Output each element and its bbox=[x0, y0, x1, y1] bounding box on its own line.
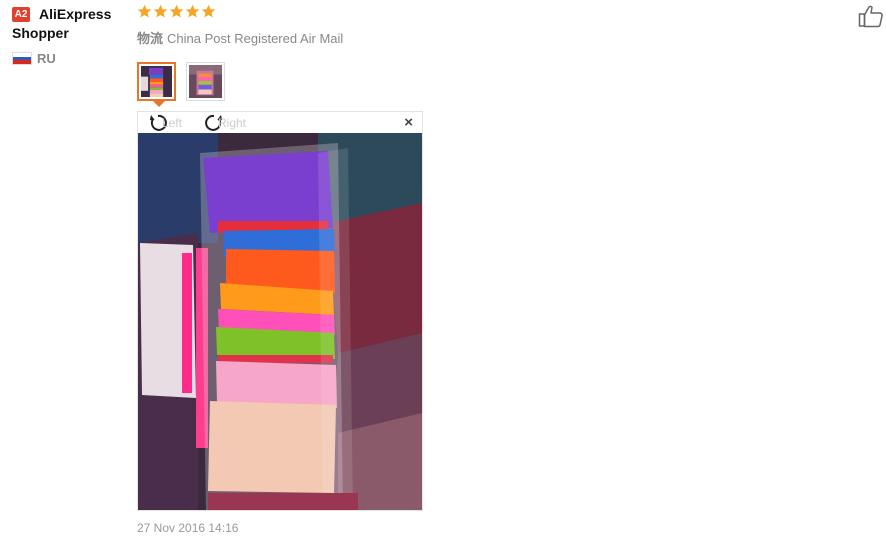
thumbnail-image bbox=[189, 65, 222, 98]
star-icon bbox=[137, 4, 152, 18]
rotate-left-label: Left bbox=[162, 116, 183, 130]
review-date: 27 Nov 2016 14:16 bbox=[137, 521, 239, 535]
active-thumbnail-indicator bbox=[152, 100, 166, 107]
logistics-value: China Post Registered Air Mail bbox=[167, 31, 344, 46]
star-rating bbox=[137, 4, 216, 19]
viewer-toolbar: Left Right × bbox=[138, 112, 422, 133]
review-photo bbox=[138, 133, 422, 510]
logistics-info: 物流 China Post Registered Air Mail bbox=[137, 28, 343, 47]
thumbnail-image bbox=[141, 66, 172, 97]
star-icon bbox=[169, 4, 184, 18]
like-button[interactable] bbox=[858, 4, 884, 28]
photo-viewer: Left Right × bbox=[137, 111, 423, 511]
review-photo-thumbnail[interactable] bbox=[186, 62, 225, 101]
thumbs-up-icon bbox=[858, 5, 883, 28]
rotate-right-label: Right bbox=[218, 116, 247, 130]
rotate-left-button[interactable]: Left bbox=[148, 113, 182, 133]
close-icon[interactable]: × bbox=[404, 114, 413, 131]
star-icon bbox=[201, 4, 216, 18]
review-photo-thumbnail[interactable] bbox=[137, 62, 176, 101]
reviewer-country: RU bbox=[37, 51, 56, 66]
logistics-label: 物流 bbox=[137, 31, 164, 46]
reviewer-name: AliExpress Shopper bbox=[12, 6, 112, 41]
russia-flag-icon bbox=[12, 52, 32, 65]
star-icon bbox=[153, 4, 168, 18]
star-icon bbox=[185, 4, 200, 18]
rotate-right-button[interactable]: Right bbox=[204, 113, 246, 133]
